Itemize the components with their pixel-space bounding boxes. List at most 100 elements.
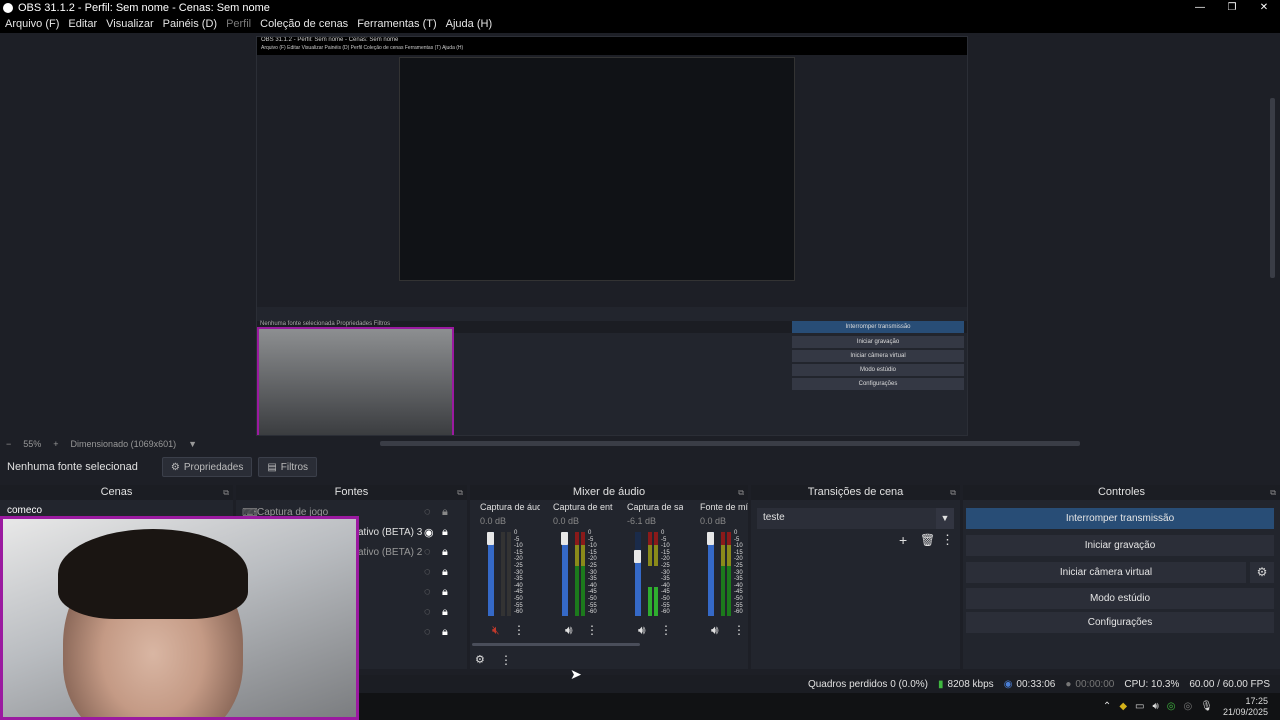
- lock-icon[interactable]: 🔒︎: [442, 586, 448, 599]
- tray-app-icon[interactable]: ◎: [1167, 701, 1176, 712]
- volume-slider[interactable]: [635, 532, 641, 616]
- controls-title: Controles ⧉: [963, 485, 1280, 500]
- fader-handle[interactable]: [487, 532, 494, 545]
- mixer-scrollbar[interactable]: [472, 643, 640, 646]
- chevron-down-icon[interactable]: ▼: [188, 439, 197, 449]
- kebab-menu-icon[interactable]: ⋮: [586, 623, 598, 637]
- dock-undock-icon[interactable]: ⧉: [950, 485, 956, 500]
- speaker-icon[interactable]: 🔊︎: [565, 623, 573, 638]
- menu-ajuda[interactable]: Ajuda (H): [446, 18, 492, 30]
- tray-app-icon[interactable]: ◎: [1184, 701, 1193, 712]
- db-tick-label: -10: [661, 543, 670, 550]
- dock-undock-icon[interactable]: ⧉: [457, 485, 463, 500]
- db-tick-label: -30: [588, 569, 597, 576]
- stop-streaming-button[interactable]: Interromper transmissão: [966, 508, 1274, 529]
- lock-icon[interactable]: 🔒︎: [442, 566, 448, 579]
- zoom-in-button[interactable]: +: [53, 439, 58, 449]
- transition-select[interactable]: teste ▼: [757, 508, 954, 529]
- kebab-menu-icon[interactable]: ⋮: [733, 623, 745, 637]
- tray-app-icon[interactable]: ▭: [1135, 701, 1144, 712]
- gear-icon: ⚙: [170, 461, 180, 473]
- menu-perfil[interactable]: Perfil: [226, 18, 251, 30]
- preview-horizontal-scrollbar[interactable]: [380, 441, 1080, 446]
- level-meter: [654, 532, 658, 616]
- dock-undock-icon[interactable]: ⧉: [1270, 485, 1276, 500]
- trash-icon[interactable]: 🗑︎: [920, 533, 935, 547]
- add-icon[interactable]: +: [899, 532, 907, 548]
- lock-icon[interactable]: 🔒︎: [442, 546, 448, 559]
- lock-icon[interactable]: 🔒︎: [442, 626, 448, 639]
- lock-icon[interactable]: 🔒︎: [442, 506, 448, 519]
- mixer-channel-name: Captura de entra: [553, 502, 613, 512]
- dock-undock-icon[interactable]: ⧉: [223, 485, 229, 500]
- level-meter: [575, 532, 579, 616]
- zoom-out-button[interactable]: −: [6, 439, 11, 449]
- db-tick-label: -5: [734, 536, 740, 543]
- studio-mode-button[interactable]: Modo estúdio: [966, 588, 1274, 609]
- eye-hidden-icon[interactable]: ◌: [424, 506, 431, 518]
- minimize-icon[interactable]: —: [1184, 0, 1216, 15]
- gear-link-icon[interactable]: ⚙: [475, 653, 485, 666]
- menu-paineis[interactable]: Painéis (D): [163, 18, 217, 30]
- title-bar: OBS 31.1.2 - Perfil: Sem nome - Cenas: S…: [0, 0, 1280, 15]
- db-tick-label: -60: [734, 609, 743, 616]
- menu-visualizar[interactable]: Visualizar: [106, 18, 154, 30]
- mixer-title: Mixer de áudio ⧉: [470, 485, 748, 500]
- no-source-label: Nenhuma fonte selecionad: [7, 461, 138, 473]
- start-virtual-camera-button[interactable]: Iniciar câmera virtual: [966, 562, 1246, 583]
- menu-editar[interactable]: Editar: [68, 18, 97, 30]
- db-tick-label: -15: [734, 549, 743, 556]
- eye-hidden-icon[interactable]: ◌: [424, 566, 431, 578]
- start-recording-button[interactable]: Iniciar gravação: [966, 535, 1274, 556]
- close-icon[interactable]: ✕: [1248, 0, 1280, 15]
- mixer-channel-db: 0.0 dB: [700, 516, 727, 526]
- preview-nested-capture: OBS 31.1.2 - Perfil: Sem nome - Cenas: S…: [256, 36, 968, 436]
- db-tick-label: -50: [661, 595, 670, 602]
- chevron-up-icon[interactable]: ⌃: [1103, 701, 1111, 712]
- settings-button[interactable]: Configurações: [966, 612, 1274, 633]
- mixer-channel-name: Captura de áudi: [480, 502, 540, 512]
- preview-vertical-scrollbar[interactable]: [1270, 98, 1275, 278]
- level-meter: [648, 532, 652, 616]
- mute-icon[interactable]: 🔇︎: [492, 623, 500, 638]
- eye-icon[interactable]: ◉: [424, 526, 434, 539]
- db-tick-label: -60: [588, 609, 597, 616]
- properties-button[interactable]: ⚙ Propriedades: [161, 457, 253, 477]
- nested-title: OBS 31.1.2 - Perfil: Sem nome - Cenas: S…: [257, 37, 967, 45]
- fader-handle[interactable]: [561, 532, 568, 545]
- tray-app-icon[interactable]: ◆: [1119, 701, 1127, 712]
- fader-handle[interactable]: [707, 532, 714, 545]
- taskbar-clock[interactable]: 17:25 21/09/2025: [1223, 696, 1268, 718]
- gear-icon[interactable]: ⚙: [1250, 562, 1274, 583]
- dock-undock-icon[interactable]: ⧉: [738, 485, 744, 500]
- db-tick-label: -5: [661, 536, 667, 543]
- menu-ferramentas[interactable]: Ferramentas (T): [357, 18, 436, 30]
- nested-menu: Arquivo (F) Editar Visualizar Painéis (D…: [257, 45, 967, 55]
- kebab-menu-icon[interactable]: ⋮: [660, 623, 672, 637]
- menu-colecao[interactable]: Coleção de cenas: [260, 18, 348, 30]
- transitions-title: Transições de cena ⧉: [751, 485, 960, 500]
- lock-icon[interactable]: 🔒︎: [442, 526, 448, 539]
- eye-hidden-icon[interactable]: ◌: [424, 626, 431, 638]
- menu-arquivo[interactable]: Arquivo (F): [5, 18, 59, 30]
- kebab-menu-icon[interactable]: ⋮: [500, 653, 512, 667]
- kebab-menu-icon[interactable]: ⋮: [941, 532, 954, 548]
- db-tick-label: -60: [514, 609, 523, 616]
- db-tick-label: -20: [661, 556, 670, 563]
- restore-icon[interactable]: ❐: [1216, 0, 1248, 15]
- filters-button[interactable]: ▤ Filtros: [258, 457, 318, 477]
- kebab-menu-icon[interactable]: ⋮: [513, 623, 525, 637]
- scale-mode: Dimensionado (1069x601): [70, 439, 177, 449]
- volume-icon[interactable]: 🔊︎: [1152, 701, 1158, 712]
- fader-handle[interactable]: [634, 550, 641, 563]
- speaker-icon[interactable]: 🔊︎: [711, 623, 719, 638]
- db-tick-label: -35: [588, 576, 597, 583]
- eye-hidden-icon[interactable]: ◌: [424, 586, 431, 598]
- eye-hidden-icon[interactable]: ◌: [424, 606, 431, 618]
- speaker-icon[interactable]: 🔊︎: [638, 623, 646, 638]
- webcam-overlay: [0, 516, 359, 720]
- eye-hidden-icon[interactable]: ◌: [424, 546, 431, 558]
- microphone-icon[interactable]: 🎙︎: [1200, 701, 1213, 712]
- db-tick-label: -50: [588, 595, 597, 602]
- lock-icon[interactable]: 🔒︎: [442, 606, 448, 619]
